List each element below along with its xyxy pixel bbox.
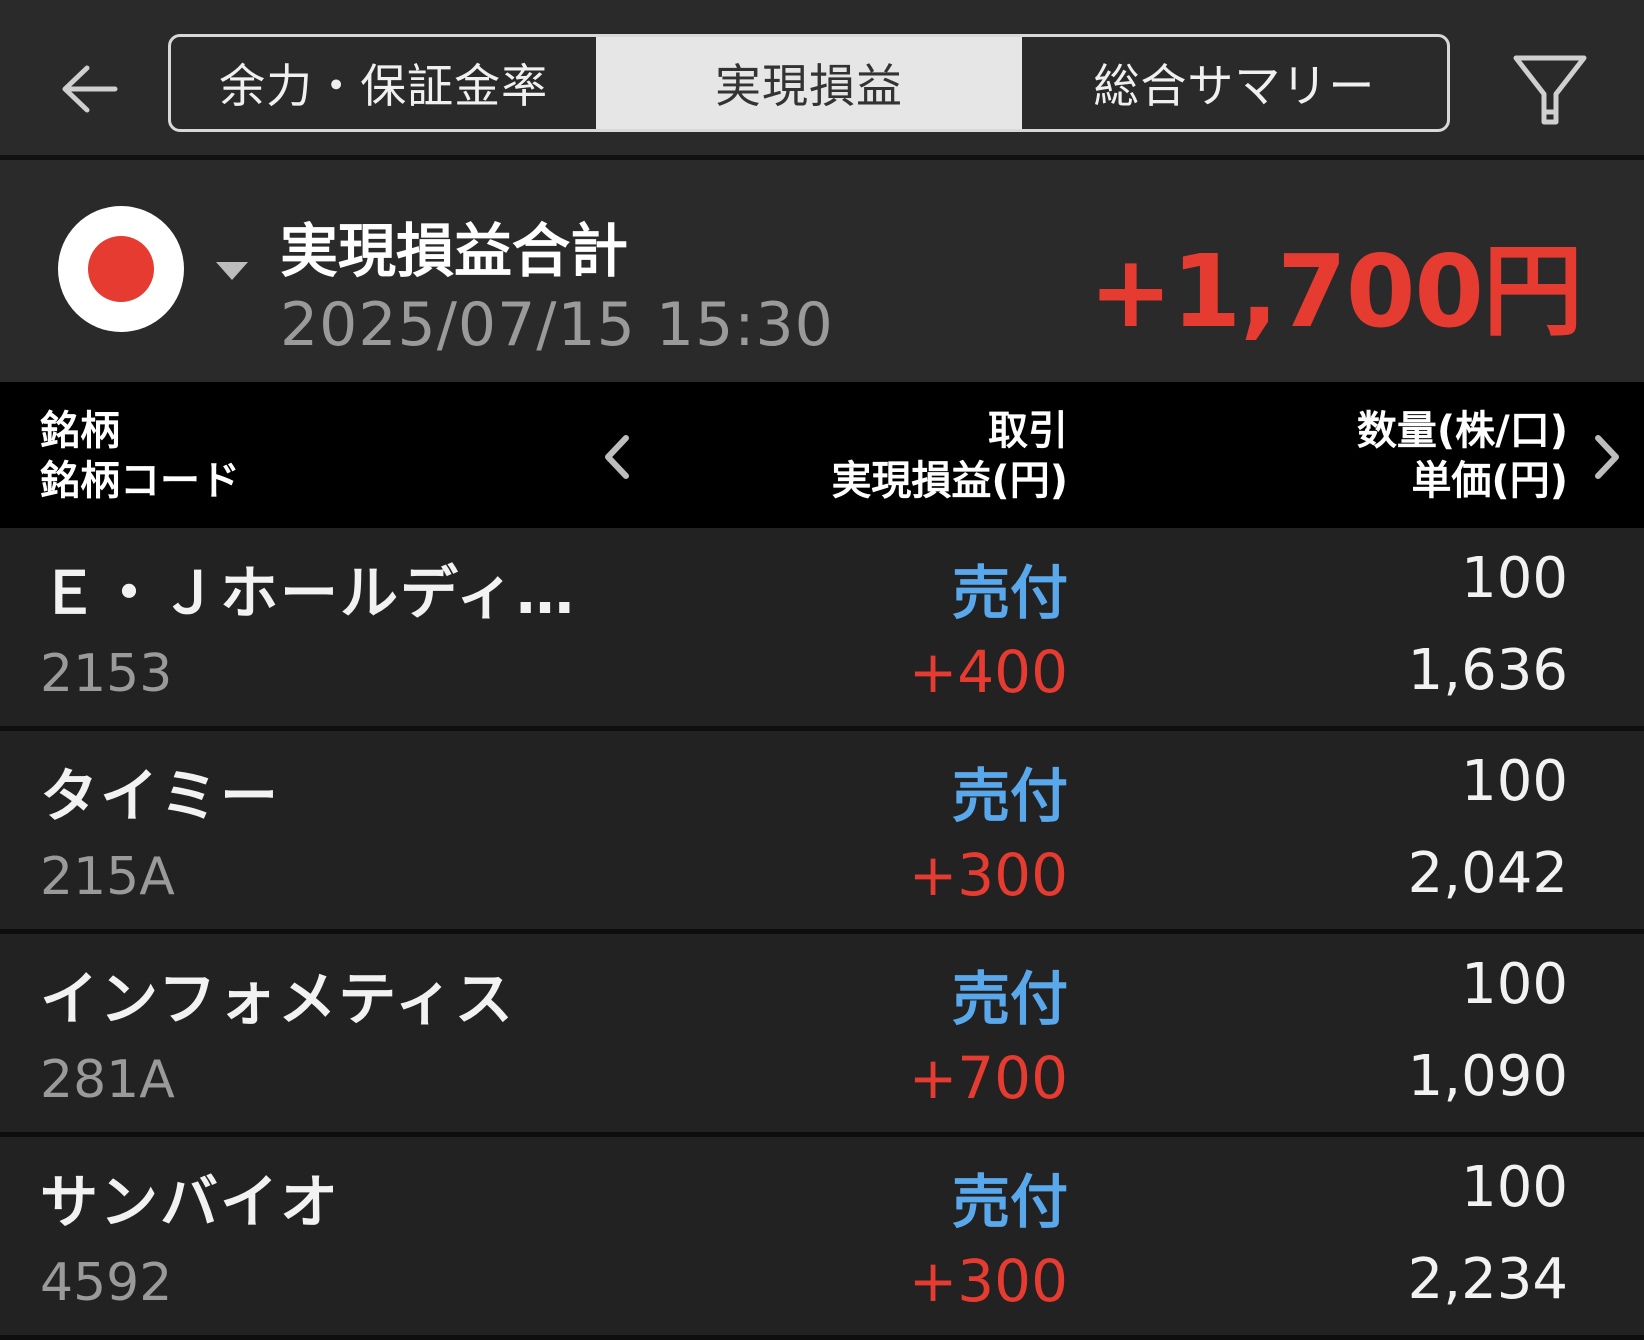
unit-price: 1,090 [1407,1044,1568,1109]
column-header-trade: 取引 実現損益(円) [831,406,1068,506]
filter-button[interactable] [1500,40,1600,140]
tab-realized-pnl[interactable]: 実現損益 [596,37,1022,129]
summary-total-value: +1,700円 [1088,233,1583,350]
column-header-symbol: 銘柄 銘柄コード [40,406,240,506]
trade-type: 売付 [951,1168,1068,1236]
symbol-code: 215A [40,847,175,907]
realized-pnl: +700 [908,1044,1068,1112]
symbol-name: インフォメティス [40,965,515,1033]
quantity: 100 [1461,952,1568,1017]
header-label-quantity: 数量(株/口) [1356,408,1568,454]
next-columns-button[interactable] [1582,422,1632,492]
japan-flag-icon [88,236,154,302]
realized-pnl: +300 [908,1247,1068,1315]
symbol-name: タイミー [40,762,281,830]
symbol-code: 2153 [40,644,173,704]
realized-pnl-summary: 実現損益合計 2025/07/15 15:30 +1,700円 [0,160,1644,382]
column-header-quantity: 数量(株/口) 単価(円) [1357,406,1568,506]
symbol-code: 281A [40,1050,175,1110]
top-bar: 余力・保証金率 実現損益 総合サマリー [0,0,1644,160]
trade-type: 売付 [951,965,1068,1033]
symbol-code: 4592 [40,1253,173,1313]
header-label-trade: 取引 [988,408,1068,454]
symbol-name: サンバイオ [40,1168,341,1236]
symbol-name: Ｅ・Ｊホールディ… [40,559,576,627]
quantity: 100 [1461,1155,1568,1220]
back-button[interactable] [44,44,134,134]
header-label-unit-price: 単価(円) [1411,458,1568,504]
unit-price: 1,636 [1407,638,1568,703]
realized-pnl-list: Ｅ・Ｊホールディ… 2153 売付 +400 100 1,636 タイミー 21… [0,528,1644,1340]
back-arrow-icon [62,65,118,113]
header-label-symbol-code: 銘柄コード [40,458,240,504]
summary-datetime: 2025/07/15 15:30 [280,290,834,360]
chevron-right-icon [1595,435,1619,479]
summary-title: 実現損益合計 [280,217,629,285]
filter-icon [1513,55,1587,125]
quantity: 100 [1461,749,1568,814]
caret-down-icon[interactable] [212,256,252,286]
tab-overall-summary[interactable]: 総合サマリー [1022,37,1447,129]
prev-columns-button[interactable] [592,422,642,492]
realized-pnl: +300 [908,841,1068,909]
quantity: 100 [1461,546,1568,611]
table-row[interactable]: サンバイオ 4592 売付 +300 100 2,234 [0,1137,1644,1340]
unit-price: 2,042 [1407,841,1568,906]
trade-type: 売付 [951,762,1068,830]
table-row[interactable]: インフォメティス 281A 売付 +700 100 1,090 [0,934,1644,1137]
table-row[interactable]: Ｅ・Ｊホールディ… 2153 売付 +400 100 1,636 [0,528,1644,731]
table-row[interactable]: タイミー 215A 売付 +300 100 2,042 [0,731,1644,934]
trade-type: 売付 [951,559,1068,627]
market-selector[interactable] [58,206,184,332]
header-label-symbol: 銘柄 [40,408,120,454]
tab-margin-ratio[interactable]: 余力・保証金率 [171,37,596,129]
chevron-left-icon [605,435,629,479]
realized-pnl: +400 [908,638,1068,706]
unit-price: 2,234 [1407,1247,1568,1312]
segmented-tabs: 余力・保証金率 実現損益 総合サマリー [168,34,1450,132]
header-label-realized-pnl: 実現損益(円) [831,458,1068,504]
column-header: 銘柄 銘柄コード 取引 実現損益(円) 数量(株/口) 単価(円) [0,382,1644,528]
